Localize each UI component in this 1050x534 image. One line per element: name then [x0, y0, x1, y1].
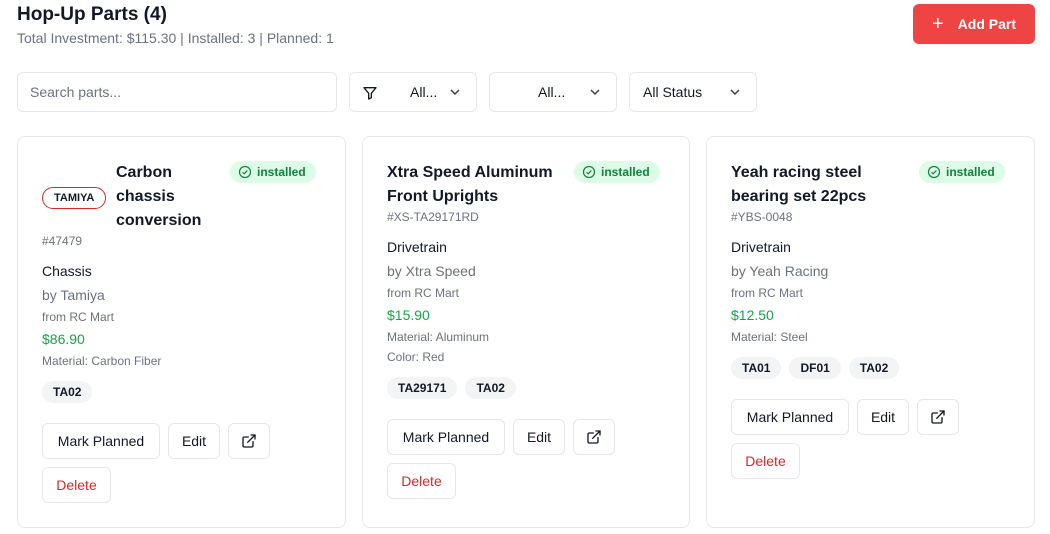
add-part-button[interactable]: + Add Part [913, 4, 1035, 44]
part-maker: by Yeah Racing [731, 263, 829, 279]
part-price: $15.90 [387, 307, 430, 323]
check-circle-icon [927, 165, 941, 179]
chassis-tag: TA01 [731, 357, 782, 379]
status-label: installed [946, 165, 995, 179]
edit-button[interactable]: Edit [168, 423, 220, 459]
brand-filter-value: All... [538, 84, 566, 100]
part-sku: #47479 [42, 234, 83, 248]
status-label: installed [257, 165, 306, 179]
part-maker: by Tamiya [42, 287, 105, 303]
search-input[interactable] [17, 72, 337, 112]
part-sku: #YBS-0048 [731, 210, 793, 224]
part-name-line: Yeah racing steel [731, 164, 862, 181]
part-name-line: Front Uprights [387, 188, 499, 205]
filter-icon [363, 87, 377, 100]
mark-planned-button[interactable]: Mark Planned [387, 419, 505, 455]
open-link-button[interactable] [917, 399, 959, 435]
part-category: Drivetrain [387, 239, 447, 255]
open-link-button[interactable] [573, 419, 615, 455]
chassis-tag: DF01 [789, 357, 841, 379]
add-part-label: Add Part [957, 16, 1017, 32]
external-link-icon [242, 434, 256, 448]
brand-badge: TAMIYA [42, 187, 107, 209]
external-link-icon [931, 410, 945, 424]
part-maker: by Xtra Speed [387, 263, 476, 279]
part-card: installed TAMIYA Carbon chassis conversi… [17, 136, 346, 528]
external-link-icon [587, 430, 601, 444]
chevron-down-icon [450, 89, 460, 96]
status-badge: installed [230, 161, 316, 183]
chevron-down-icon [730, 89, 740, 96]
part-color: Color: Red [387, 350, 445, 364]
category-filter-value: All... [410, 84, 438, 100]
chassis-tag: TA29171 [387, 377, 458, 399]
part-name-line: bearing set 22pcs [731, 188, 867, 205]
part-name-line: chassis [116, 188, 175, 205]
part-category: Chassis [42, 263, 92, 279]
delete-button[interactable]: Delete [731, 443, 800, 479]
chassis-tag: TA02 [848, 357, 900, 379]
status-filter-select[interactable]: All Status [629, 72, 757, 112]
chassis-tag: TA02 [42, 381, 93, 403]
open-link-button[interactable] [228, 423, 270, 459]
part-name: Xtra Speed Aluminum Front Uprights [387, 161, 553, 209]
investment-summary: Total Investment: $115.30 | Installed: 3… [17, 30, 334, 46]
check-circle-icon [582, 165, 596, 179]
brand-filter-select[interactable]: All... [489, 72, 617, 112]
category-filter-select[interactable]: All... [349, 72, 477, 112]
part-name-line: Carbon [116, 164, 172, 181]
part-price: $12.50 [731, 307, 774, 323]
check-circle-icon [238, 165, 252, 179]
chevron-down-icon [590, 89, 600, 96]
delete-button[interactable]: Delete [387, 463, 456, 499]
part-vendor: from RC Mart [387, 286, 459, 300]
part-material: Material: Aluminum [387, 330, 490, 344]
part-name: Carbon chassis conversion [116, 161, 201, 233]
page-title: Hop-Up Parts (4) [17, 4, 167, 25]
part-name-line: conversion [116, 212, 202, 229]
status-badge: installed [574, 161, 660, 183]
part-name-line: Xtra Speed Aluminum [387, 164, 553, 181]
tag-list: TA01 DF01 TA02 [731, 357, 900, 379]
part-vendor: from RC Mart [731, 286, 803, 300]
mark-planned-button[interactable]: Mark Planned [731, 399, 849, 435]
delete-button[interactable]: Delete [42, 467, 111, 503]
part-category: Drivetrain [731, 239, 791, 255]
plus-icon: + [931, 13, 944, 35]
tag-list: TA02 [42, 381, 93, 403]
part-card: installed Xtra Speed Aluminum Front Upri… [362, 136, 690, 528]
status-label: installed [601, 165, 650, 179]
chassis-tag: TA02 [465, 377, 516, 399]
edit-button[interactable]: Edit [513, 419, 565, 455]
status-badge: installed [919, 161, 1005, 183]
status-filter-value: All Status [643, 84, 703, 100]
tag-list: TA29171 TA02 [387, 377, 516, 399]
part-material: Material: Carbon Fiber [42, 354, 162, 368]
part-vendor: from RC Mart [42, 310, 114, 324]
part-sku: #XS-TA29171RD [387, 210, 479, 224]
part-card: installed Yeah racing steel bearing set … [706, 136, 1035, 528]
edit-button[interactable]: Edit [857, 399, 909, 435]
part-name: Yeah racing steel bearing set 22pcs [731, 161, 866, 209]
mark-planned-button[interactable]: Mark Planned [42, 423, 160, 459]
part-material: Material: Steel [731, 330, 808, 344]
part-price: $86.90 [42, 331, 85, 347]
